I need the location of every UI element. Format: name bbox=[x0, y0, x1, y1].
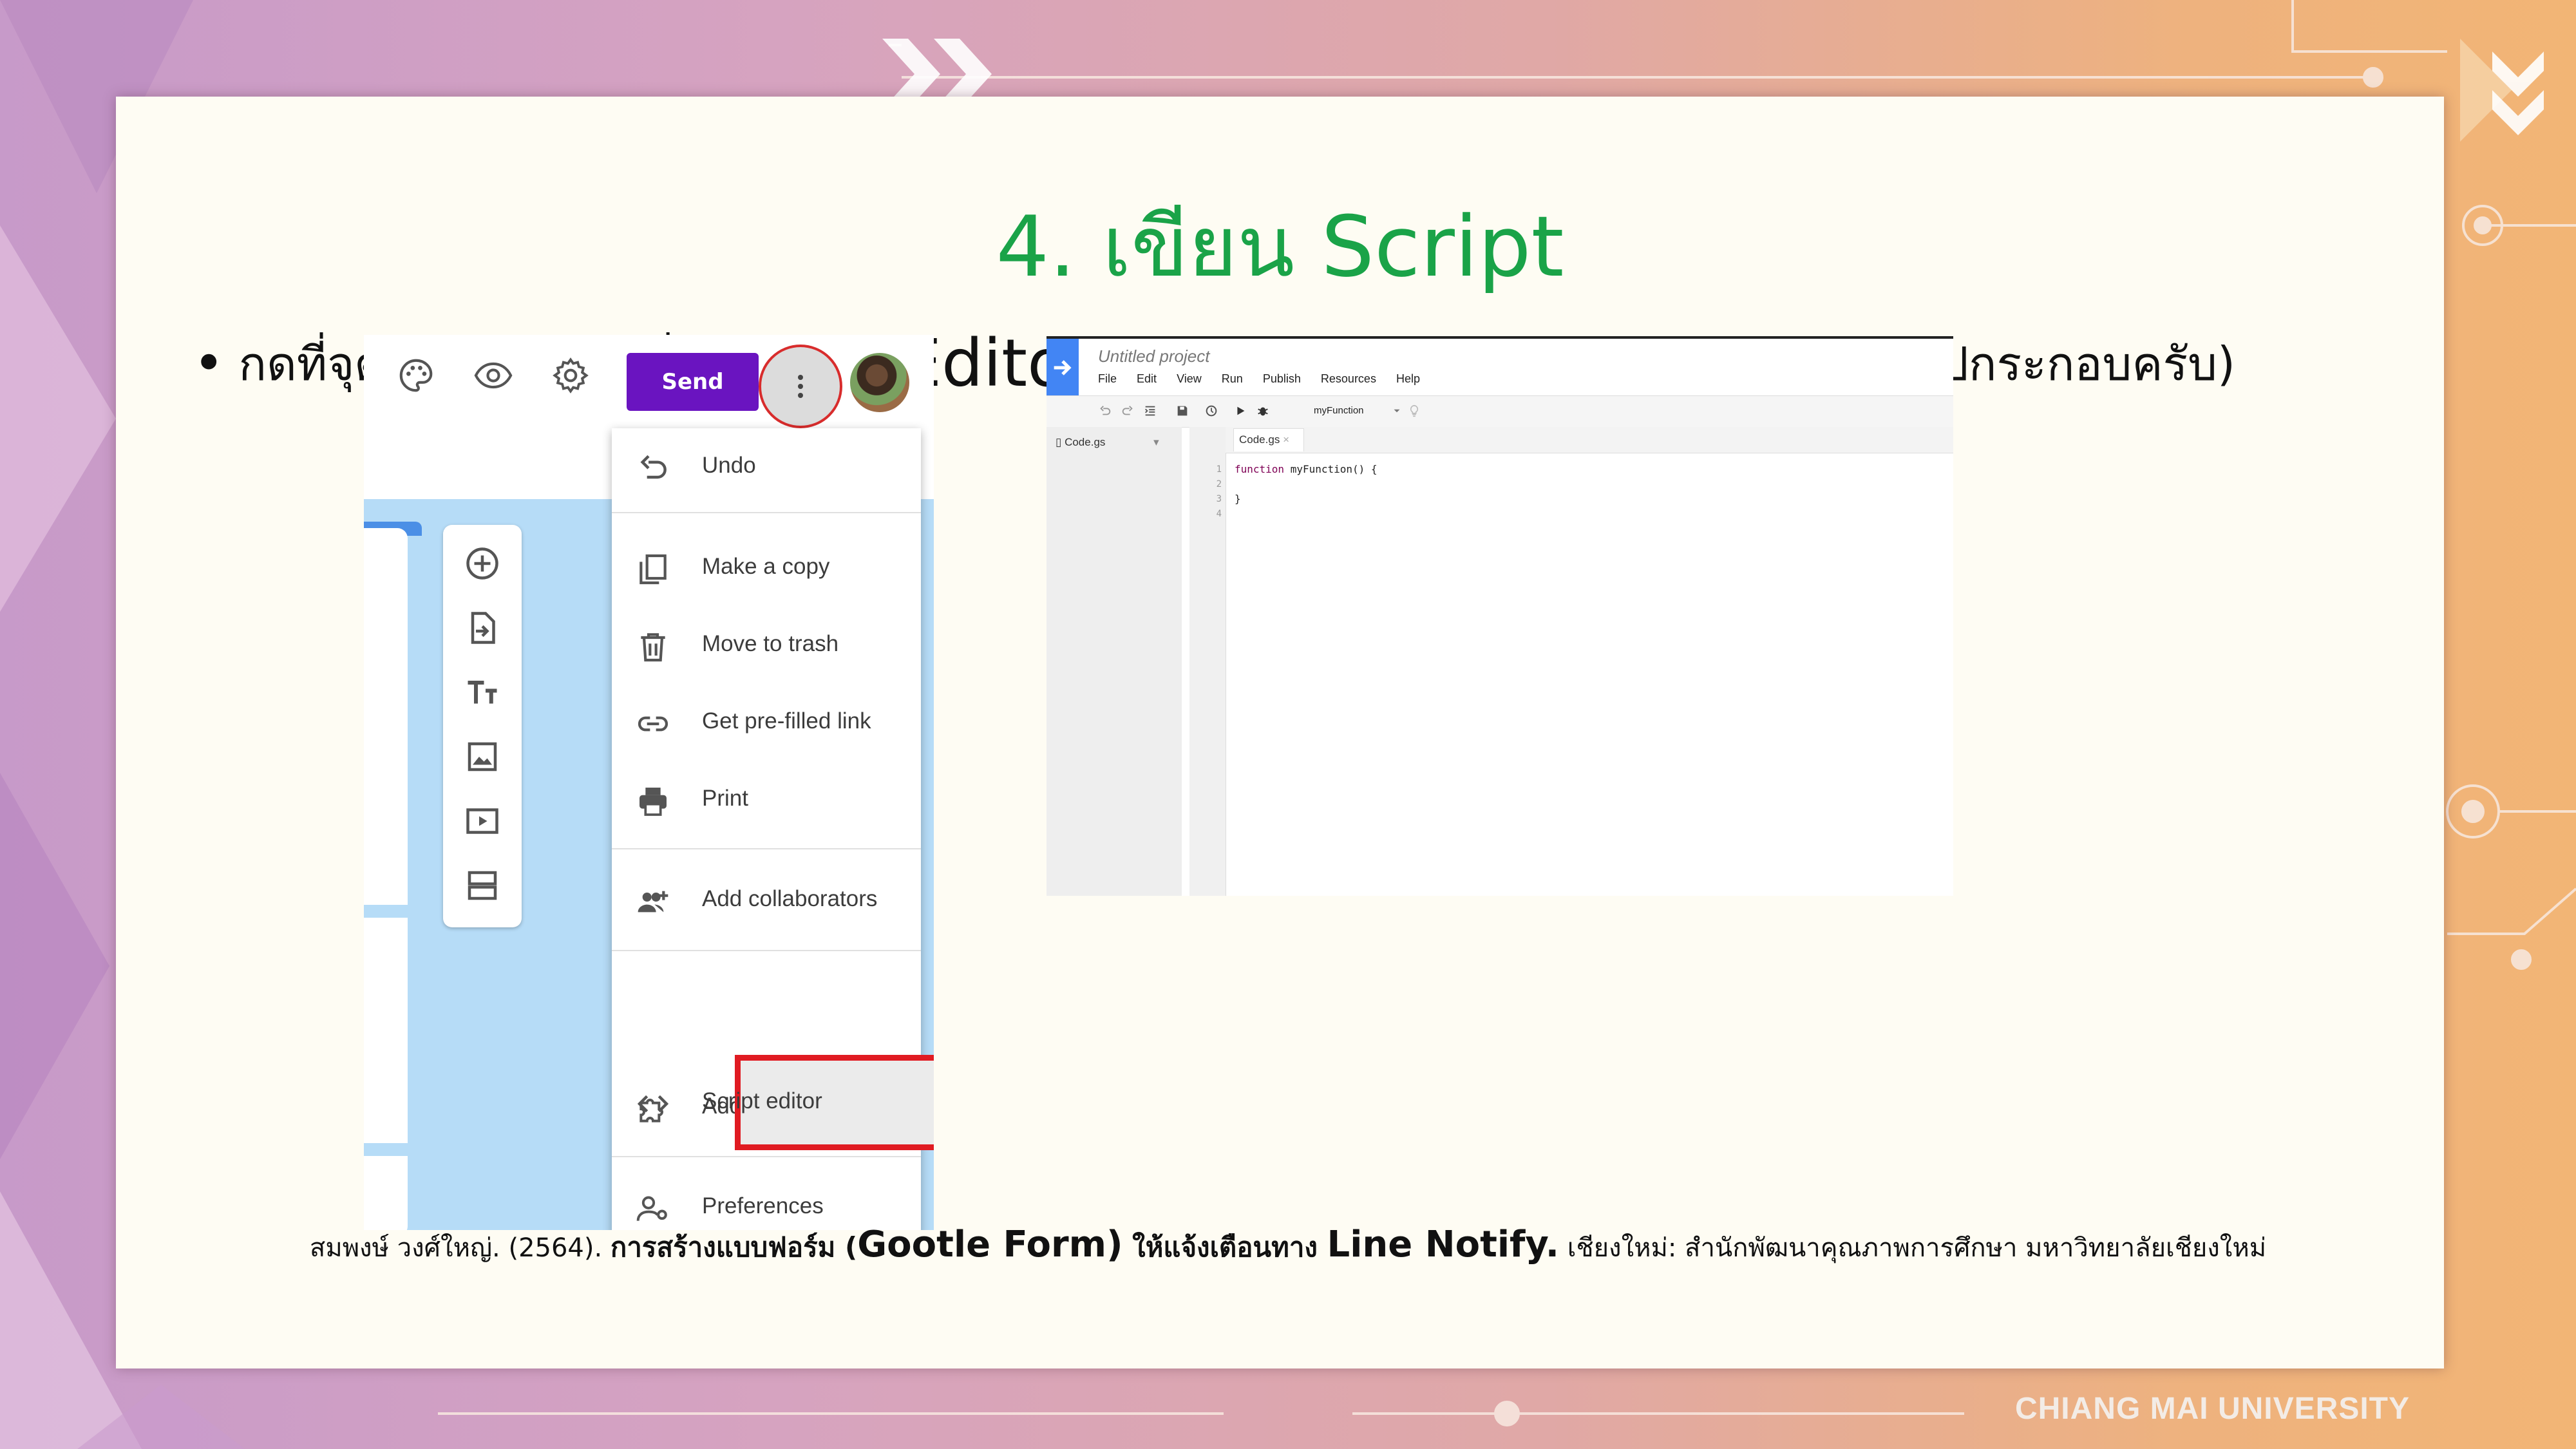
citation-title-a: การสร้างแบบฟอร์ม ( bbox=[610, 1231, 858, 1263]
send-button[interactable]: Send bbox=[627, 353, 759, 411]
citation-author: สมพงษ์ วงศ์ใหญ่. (2564). bbox=[309, 1233, 611, 1263]
menu-edit[interactable]: Edit bbox=[1137, 372, 1157, 385]
forms-menu-screenshot: Send Undo Make a copy Move to trash Get … bbox=[364, 335, 934, 1230]
menu-item-make-a-copy[interactable]: Make a copy bbox=[612, 536, 921, 600]
import-icon[interactable] bbox=[463, 609, 502, 647]
file-item-label: Code.gs bbox=[1065, 436, 1106, 448]
chevron-down-icon: ▾ bbox=[1153, 436, 1159, 448]
menu-item-label: Make a copy bbox=[702, 554, 830, 579]
line-number: 4 bbox=[1216, 509, 1222, 519]
section-icon[interactable] bbox=[463, 866, 502, 905]
file-icon: ▯ bbox=[1056, 436, 1065, 448]
menu-item-label: Move to trash bbox=[702, 631, 839, 656]
menu-item-add-collaborators[interactable]: Add collaborators bbox=[612, 868, 921, 933]
eye-icon[interactable] bbox=[473, 355, 513, 395]
question-toolbar bbox=[443, 525, 522, 927]
slide-title: 4. เขียน Script bbox=[996, 198, 1564, 296]
code-keyword: function bbox=[1235, 463, 1285, 475]
menu-run[interactable]: Run bbox=[1222, 372, 1243, 385]
tab-label: Code.gs bbox=[1239, 433, 1280, 446]
menu-divider bbox=[612, 950, 921, 951]
citation-publisher: เชียงใหม่: สำนักพัฒนาคุณภาพการศึกษา มหาว… bbox=[1559, 1233, 2267, 1263]
menu-view[interactable]: View bbox=[1177, 372, 1202, 385]
redo-icon[interactable] bbox=[1121, 404, 1135, 418]
editor-toolbar: myFunction bbox=[1046, 395, 1953, 428]
editor-menubar: File Edit View Run Publish Resources Hel… bbox=[1098, 372, 1437, 386]
more-options-button[interactable] bbox=[759, 345, 842, 428]
lightbulb-icon[interactable] bbox=[1407, 404, 1421, 418]
debug-icon[interactable] bbox=[1256, 404, 1270, 418]
footer-university: CHIANG MAI UNIVERSITY bbox=[2014, 1392, 2410, 1426]
image-icon[interactable] bbox=[463, 737, 502, 776]
script-editor-screenshot: Untitled project File Edit View Run Publ… bbox=[1046, 336, 1953, 896]
menu-help[interactable]: Help bbox=[1396, 372, 1420, 385]
print-icon bbox=[639, 788, 667, 816]
form-card bbox=[364, 528, 408, 1230]
editor-tabbar: Code.gs × bbox=[1226, 427, 1953, 453]
add-people-icon bbox=[638, 891, 668, 913]
line-number: 3 bbox=[1216, 494, 1222, 504]
menu-resources[interactable]: Resources bbox=[1321, 372, 1376, 385]
undo-icon[interactable] bbox=[1098, 404, 1112, 418]
code-line-3[interactable]: } bbox=[1235, 493, 1241, 505]
menu-publish[interactable]: Publish bbox=[1263, 372, 1301, 385]
menu-item-print[interactable]: Print bbox=[612, 768, 921, 832]
code-icon bbox=[637, 1095, 669, 1113]
add-circle-icon[interactable] bbox=[463, 544, 502, 583]
menu-item-label: Get pre-filled link bbox=[702, 708, 871, 734]
video-icon[interactable] bbox=[463, 802, 502, 840]
avatar[interactable] bbox=[850, 353, 909, 412]
file-sidebar: ▯ Code.gs ▾ bbox=[1046, 427, 1182, 896]
menu-item-script-editor[interactable]: Script editor bbox=[612, 1070, 921, 1135]
citation-title-c: ให้แจ้งเตือนทาง bbox=[1122, 1231, 1327, 1263]
menu-item-label: Undo bbox=[702, 453, 756, 478]
citation-title-d: Line Notify. bbox=[1327, 1224, 1560, 1265]
copy-icon bbox=[639, 554, 667, 585]
menu-file[interactable]: File bbox=[1098, 372, 1117, 385]
palette-icon[interactable] bbox=[396, 355, 436, 395]
run-icon[interactable] bbox=[1233, 404, 1247, 418]
citation-title-b: Gootle Form) bbox=[857, 1224, 1123, 1265]
menu-divider bbox=[612, 848, 921, 849]
form-card-gap bbox=[364, 1143, 419, 1156]
undo-icon bbox=[640, 455, 667, 479]
bullet-dot: • bbox=[193, 333, 225, 394]
link-icon bbox=[638, 716, 668, 732]
citation: สมพงษ์ วงศ์ใหญ่. (2564). การสร้างแบบฟอร์… bbox=[0, 1224, 2576, 1269]
form-card-gap bbox=[364, 905, 419, 918]
code-text: myFunction() { bbox=[1284, 463, 1378, 475]
chevron-down-icon bbox=[1394, 409, 1400, 413]
tab-code-gs[interactable]: Code.gs × bbox=[1233, 428, 1304, 451]
save-icon[interactable] bbox=[1175, 404, 1189, 418]
more-vert-icon bbox=[798, 375, 803, 398]
line-number: 2 bbox=[1216, 479, 1222, 489]
function-select[interactable]: myFunction bbox=[1314, 405, 1364, 416]
menu-item-label: Add collaborators bbox=[702, 886, 878, 911]
menu-item-preferences[interactable]: Preferences bbox=[612, 1175, 921, 1230]
menu-divider bbox=[612, 512, 921, 513]
project-title[interactable]: Untitled project bbox=[1098, 346, 1209, 366]
file-item[interactable]: ▯ Code.gs ▾ bbox=[1056, 436, 1159, 449]
clock-trigger-icon[interactable] bbox=[1204, 404, 1218, 418]
menu-divider bbox=[612, 1156, 921, 1157]
menu-item-label: Preferences bbox=[702, 1193, 824, 1218]
menu-item-label: Script editor bbox=[702, 1088, 822, 1113]
code-line-1[interactable]: function myFunction() { bbox=[1235, 463, 1378, 475]
line-number: 1 bbox=[1216, 464, 1222, 475]
arrow-right-icon bbox=[1054, 360, 1072, 375]
close-icon[interactable]: × bbox=[1283, 433, 1289, 446]
title-text-icon[interactable] bbox=[463, 673, 502, 712]
menu-item-label: Print bbox=[702, 786, 748, 811]
menu-item-undo[interactable]: Undo bbox=[612, 435, 921, 499]
gear-icon[interactable] bbox=[551, 355, 591, 395]
preferences-icon bbox=[636, 1196, 667, 1221]
trash-icon bbox=[641, 633, 665, 662]
menu-item-move-to-trash[interactable]: Move to trash bbox=[612, 613, 921, 677]
indent-icon[interactable] bbox=[1143, 404, 1157, 418]
menu-item-get-pre-filled-link[interactable]: Get pre-filled link bbox=[612, 690, 921, 755]
apps-script-logo bbox=[1046, 339, 1079, 397]
